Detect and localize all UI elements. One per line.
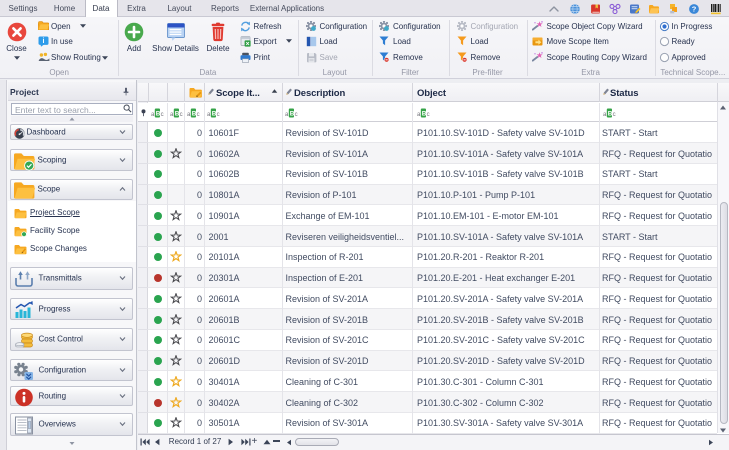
svg-text:a: a <box>207 112 211 118</box>
svg-text:c: c <box>295 112 298 118</box>
svg-text:a: a <box>170 112 174 118</box>
svg-text:c: c <box>612 112 615 118</box>
svg-text:a: a <box>603 112 607 118</box>
svg-text:a: a <box>417 112 421 118</box>
svg-text:c: c <box>196 112 199 118</box>
svg-text:c: c <box>427 112 430 118</box>
svg-text:c: c <box>216 112 219 118</box>
svg-text:a: a <box>285 112 289 118</box>
svg-text:c: c <box>161 112 164 118</box>
svg-text:?: ? <box>692 4 697 13</box>
svg-text:i: i <box>42 38 44 45</box>
svg-text:a: a <box>151 112 155 118</box>
svg-text:c: c <box>179 112 182 118</box>
svg-text:a: a <box>187 112 191 118</box>
